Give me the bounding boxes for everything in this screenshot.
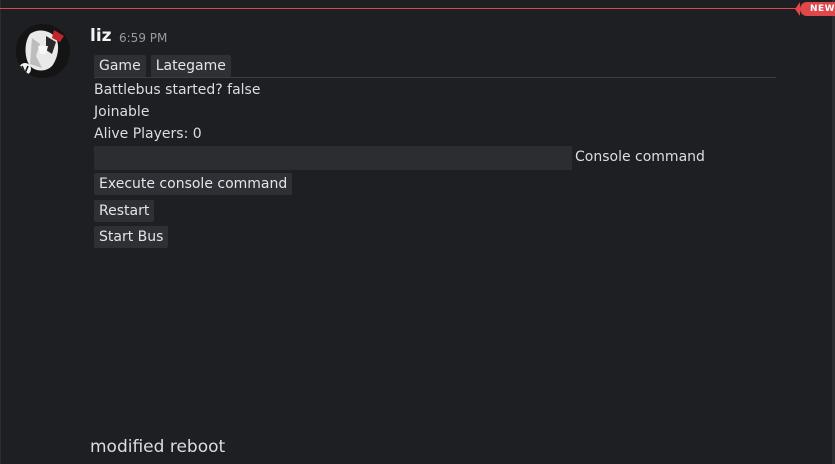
restart-button[interactable]: Restart <box>94 200 155 222</box>
alive-players-status: Alive Players: 0 <box>94 126 202 142</box>
joinable-status: Joinable <box>94 104 150 120</box>
avatar-image <box>16 24 70 78</box>
console-command-label: Console command <box>575 149 705 165</box>
footer-message: modified reboot <box>90 437 226 457</box>
tab-lategame[interactable]: Lategame <box>150 55 231 77</box>
shield-icon <box>19 63 31 75</box>
tab-game[interactable]: Game <box>94 55 146 77</box>
new-messages-badge: NEW <box>794 2 835 16</box>
console-command-input[interactable] <box>94 146 572 170</box>
left-edge <box>0 0 1 464</box>
execute-console-command-button[interactable]: Execute console command <box>94 173 293 195</box>
app-window: NEW liz 6:59 PM Game Lategame Battlebus … <box>0 0 835 464</box>
new-messages-divider <box>0 8 812 9</box>
message-timestamp: 6:59 PM <box>119 31 168 45</box>
tab-bar-divider <box>94 77 776 78</box>
author-name[interactable]: liz <box>90 25 112 47</box>
avatar[interactable] <box>16 24 70 78</box>
tab-bar: Game Lategame <box>94 55 231 77</box>
start-bus-button[interactable]: Start Bus <box>94 226 169 248</box>
battlebus-status: Battlebus started? false <box>94 82 261 98</box>
